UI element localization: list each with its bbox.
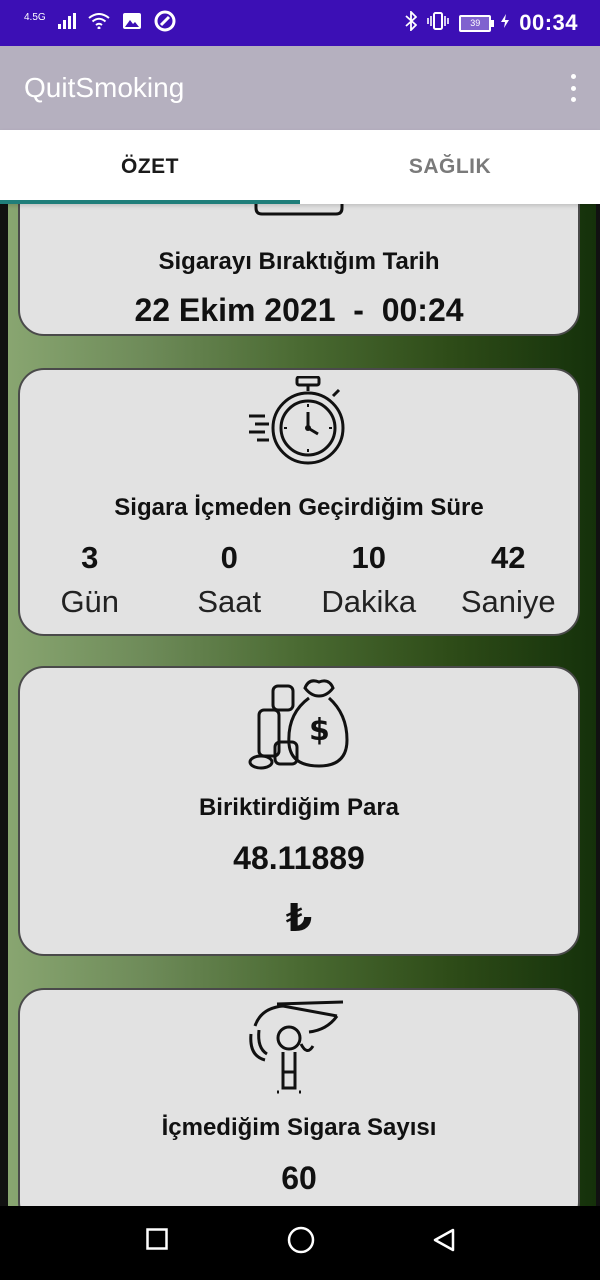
hours-unit: Saat [197,584,262,619]
duration-card: Sigara İçmeden Geçirdiğim Süre 3 Gün 0 S… [18,368,580,636]
minutes-value: 10 [351,540,386,575]
money-bag-icon: $ [247,674,351,777]
days-value: 3 [81,540,99,575]
currency-symbol: ₺ [285,898,313,940]
app-notification-icon [154,10,176,37]
duration-seconds: 42 Saniye [439,540,579,620]
back-button[interactable] [432,1228,456,1257]
quit-date: 22 Ekim 2021 [134,292,336,328]
quit-time: 00:24 [381,292,464,328]
status-bar: 4.5G 39 00:34 [0,0,600,46]
cigarettes-card: İçmediğim Sigara Sayısı 60 [18,988,580,1206]
tab-ozet[interactable]: ÖZET [0,130,300,204]
seconds-unit: Saniye [460,584,556,619]
days-unit: Gün [60,584,120,619]
quit-date-label: Sigarayı Bıraktığım Tarih [158,248,440,275]
minutes-unit: Dakika [321,584,417,619]
app-title: QuitSmoking [24,72,185,103]
calendar-icon [254,204,344,221]
vibrate-icon [427,11,450,35]
navigation-bar [0,1206,600,1280]
svg-text:$: $ [309,713,330,748]
recents-button[interactable] [146,1228,168,1255]
quit-date-separator: - [353,292,364,328]
bluetooth-icon [405,9,418,36]
home-button[interactable] [287,1226,315,1259]
seconds-value: 42 [491,540,526,575]
battery-icon: 39 [459,14,495,32]
status-time: 00:34 [519,10,578,35]
image-notification-icon [122,12,142,35]
duration-minutes: 10 Dakika [299,540,439,620]
duration-days: 3 Gün [20,540,160,620]
hand-cigarette-icon [247,996,351,1101]
wifi-icon [88,12,110,34]
app-bar: QuitSmoking [0,46,600,130]
tab-bar: ÖZET SAĞLIK [0,130,600,204]
summary-content[interactable]: Sigarayı Bıraktığım Tarih 22 Ekim 2021 -… [0,204,600,1206]
hours-value: 0 [220,540,238,575]
cigarettes-value: 60 [281,1160,317,1196]
quit-date-value: 22 Ekim 2021 - 00:24 [20,292,578,329]
duration-label: Sigara İçmeden Geçirdiğim Süre [114,494,484,521]
tab-saglik[interactable]: SAĞLIK [300,130,600,204]
charging-icon [501,13,510,33]
quit-date-card: Sigarayı Bıraktığım Tarih 22 Ekim 2021 -… [18,204,580,336]
overflow-menu-icon[interactable] [568,74,578,102]
signal-icon [57,12,76,34]
cigarettes-label: İçmediğim Sigara Sayısı [161,1114,437,1141]
network-type: 4.5G [24,11,46,23]
stopwatch-icon [247,375,351,475]
duration-values: 3 Gün 0 Saat 10 Dakika 42 Saniye [20,540,578,620]
duration-hours: 0 Saat [160,540,300,620]
money-value: 48.11889 [233,840,365,876]
tab-indicator [0,200,300,204]
money-label: Biriktirdiğim Para [198,794,400,821]
money-card: $ Biriktirdiğim Para 48.11889 ₺ [18,666,580,956]
